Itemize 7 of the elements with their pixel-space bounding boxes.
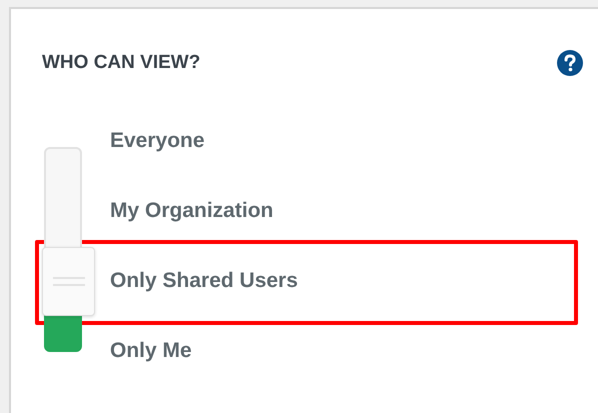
slider-thumb[interactable]	[42, 247, 95, 316]
option-label[interactable]: Everyone	[110, 129, 205, 153]
help-icon[interactable]	[556, 49, 584, 77]
option-label[interactable]: Only Me	[110, 339, 192, 363]
option-label[interactable]: Only Shared Users	[110, 269, 298, 293]
section-title: WHO CAN VIEW?	[41, 52, 200, 74]
option-label[interactable]: My Organization	[110, 199, 274, 223]
